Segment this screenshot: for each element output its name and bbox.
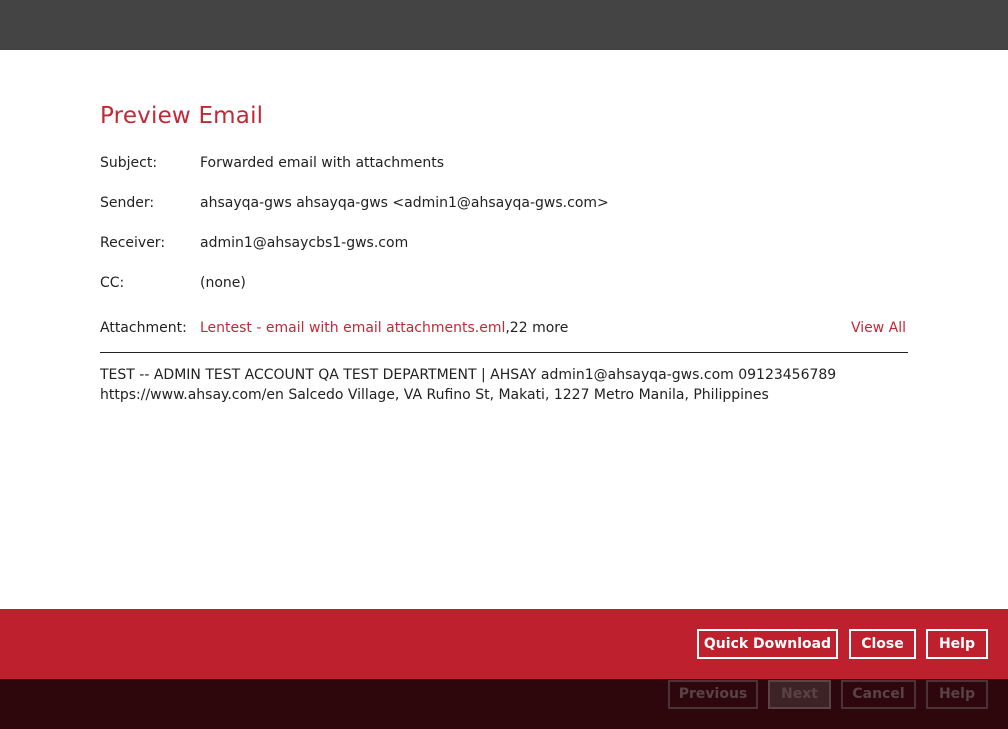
email-body: TEST -- ADMIN TEST ACCOUNT QA TEST DEPAR…	[100, 365, 836, 405]
previous-button: Previous	[668, 680, 758, 709]
close-button[interactable]: Close	[849, 629, 916, 659]
cc-label: CC:	[100, 275, 124, 291]
view-all-link[interactable]: View All	[851, 320, 906, 336]
email-body-line: TEST -- ADMIN TEST ACCOUNT QA TEST DEPAR…	[100, 365, 836, 385]
receiver-value: admin1@ahsaycbs1-gws.com	[200, 235, 408, 251]
attachment-value: Lentest - email with email attachments.e…	[200, 320, 568, 336]
attachment-more-count: ,22 more	[505, 320, 568, 336]
subject-label: Subject:	[100, 155, 157, 171]
help-button[interactable]: Help	[926, 629, 988, 659]
attachment-link[interactable]: Lentest - email with email attachments.e…	[200, 320, 505, 336]
wizard-help-button: Help	[926, 680, 988, 709]
header-divider	[100, 352, 908, 353]
top-bar	[0, 0, 1008, 50]
cc-value: (none)	[200, 275, 246, 291]
receiver-label: Receiver:	[100, 235, 165, 251]
subject-value: Forwarded email with attachments	[200, 155, 444, 171]
email-body-line: https://www.ahsay.com/en Salcedo Village…	[100, 385, 836, 405]
cancel-button: Cancel	[841, 680, 916, 709]
sender-value: ahsayqa-gws ahsayqa-gws <admin1@ahsayqa-…	[200, 195, 609, 211]
attachment-label: Attachment:	[100, 320, 187, 336]
sender-label: Sender:	[100, 195, 154, 211]
dialog-title: Preview Email	[100, 103, 263, 129]
quick-download-button[interactable]: Quick Download	[697, 629, 838, 659]
next-button: Next	[768, 680, 831, 709]
